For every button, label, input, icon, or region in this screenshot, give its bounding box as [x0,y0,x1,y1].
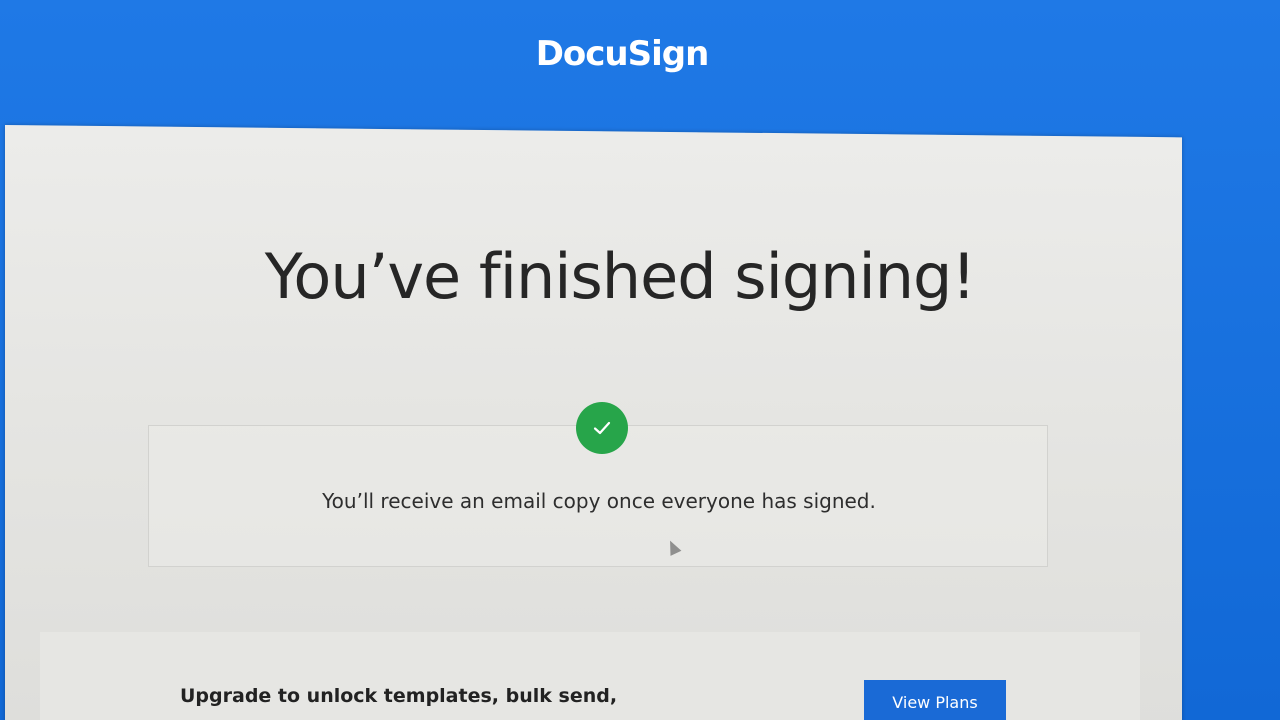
confirmation-message: You’ll receive an email copy once everyo… [322,489,876,513]
docusign-logo: DocuSign [535,34,710,74]
view-plans-button[interactable]: View Plans [864,680,1006,720]
check-icon [576,402,628,454]
page-title: You’ve finished signing! [264,240,976,313]
upgrade-text: Upgrade to unlock templates, bulk send, [180,685,618,707]
checkmark-glyph [593,421,611,435]
